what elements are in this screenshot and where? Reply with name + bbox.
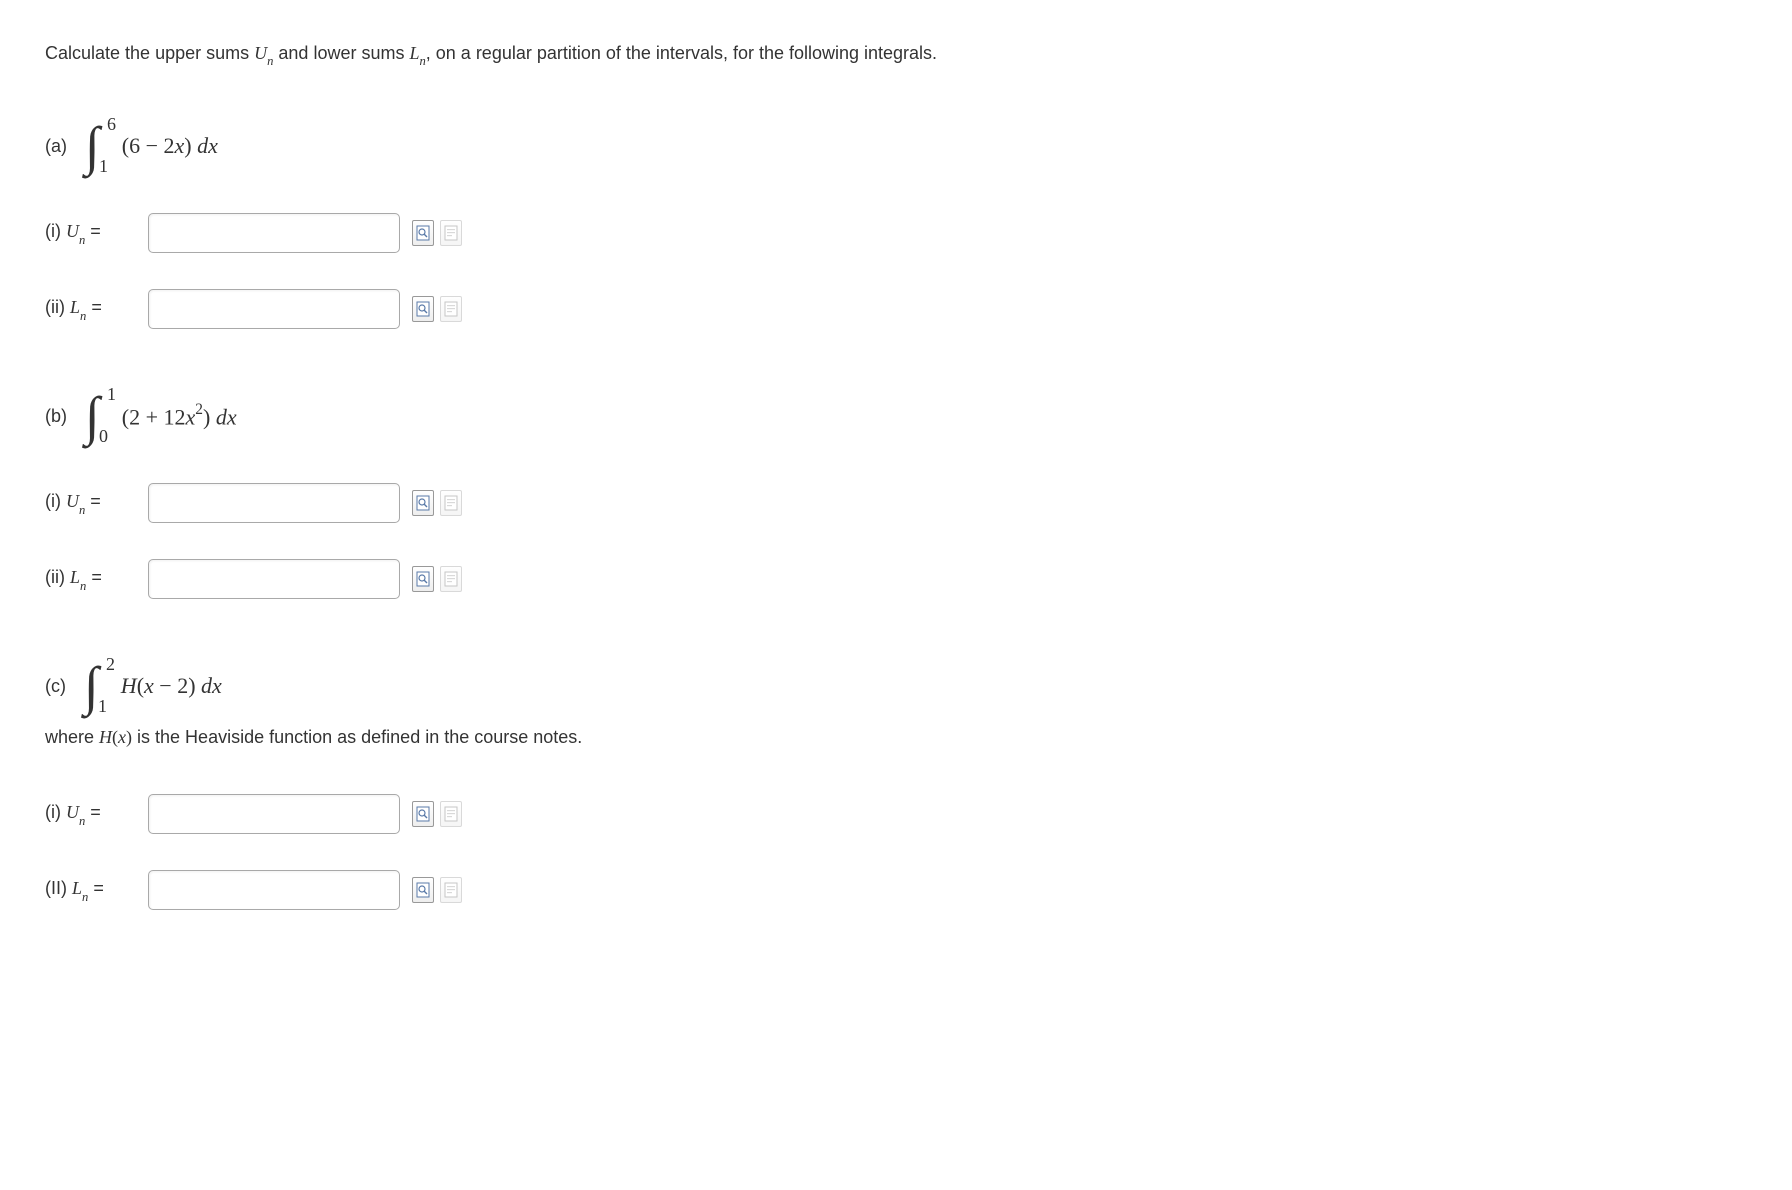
integrand-c: H(x − 2) dx [121,673,222,699]
integral-c: ∫ 2 1 H(x − 2) dx [84,659,222,713]
integral-symbol-a: ∫ 6 1 [85,119,100,173]
part-c-i-icons [412,801,462,827]
part-c-ii-label: (II) Ln = [45,878,140,903]
intro-Un-U: U [254,43,267,63]
part-c: (c) ∫ 2 1 H(x − 2) dx where H(x) is the … [45,659,1747,910]
int-a-upper: 6 [107,115,116,133]
part-a-i-icons [412,220,462,246]
part-c-ii-icons [412,877,462,903]
preview-icon[interactable] [412,490,434,516]
int-b-upper: 1 [107,385,116,403]
part-c-row-i: (i) Un = [45,794,1747,834]
preview-icon[interactable] [412,220,434,246]
help-icon[interactable] [440,566,462,592]
intro-Ln-n: n [419,54,425,68]
help-icon[interactable] [440,801,462,827]
part-a-i-input[interactable] [148,213,400,253]
part-b-row-ii: (ii) Ln = [45,559,1747,599]
int-b-lower: 0 [99,427,108,445]
preview-icon[interactable] [412,296,434,322]
integral-a: ∫ 6 1 (6 − 2x) dx [85,119,218,173]
intro-prefix: Calculate the upper sums [45,43,254,63]
part-b-ii-label: (ii) Ln = [45,567,140,592]
part-a-ii-input[interactable] [148,289,400,329]
int-a-lower: 1 [99,157,108,175]
part-b-i-icons [412,490,462,516]
part-a: (a) ∫ 6 1 (6 − 2x) dx (i) Un = (ii) L [45,119,1747,329]
part-c-i-label: (i) Un = [45,802,140,827]
preview-icon[interactable] [412,877,434,903]
part-c-note: where H(x) is the Heaviside function as … [45,727,1747,748]
help-icon[interactable] [440,490,462,516]
help-icon[interactable] [440,877,462,903]
part-a-label: (a) [45,136,67,157]
part-b-row-i: (i) Un = [45,483,1747,523]
integrand-b: (2 + 12x2) dx [122,403,237,430]
part-c-i-input[interactable] [148,794,400,834]
part-a-header: (a) ∫ 6 1 (6 − 2x) dx [45,119,1747,173]
integral-symbol-b: ∫ 1 0 [85,389,100,443]
help-icon[interactable] [440,220,462,246]
preview-icon[interactable] [412,801,434,827]
part-a-row-i: (i) Un = [45,213,1747,253]
int-c-lower: 1 [98,697,107,715]
preview-icon[interactable] [412,566,434,592]
intro-suffix: , on a regular partition of the interval… [426,43,937,63]
part-a-row-ii: (ii) Ln = [45,289,1747,329]
part-a-i-label: (i) Un = [45,221,140,246]
part-c-ii-input[interactable] [148,870,400,910]
help-icon[interactable] [440,296,462,322]
int-c-upper: 2 [106,655,115,673]
part-b-ii-icons [412,566,462,592]
part-b-label: (b) [45,406,67,427]
part-b-i-label: (i) Un = [45,491,140,516]
part-a-ii-icons [412,296,462,322]
part-b-i-input[interactable] [148,483,400,523]
intro-Ln-L: L [409,43,419,63]
integral-b: ∫ 1 0 (2 + 12x2) dx [85,389,237,443]
part-c-row-ii: (II) Ln = [45,870,1747,910]
part-a-ii-label: (ii) Ln = [45,297,140,322]
part-b: (b) ∫ 1 0 (2 + 12x2) dx (i) Un = (ii) [45,389,1747,599]
part-c-label: (c) [45,676,66,697]
intro-Un-n: n [267,54,273,68]
integrand-a: (6 − 2x) dx [122,133,218,159]
integral-symbol-c: ∫ 2 1 [84,659,99,713]
part-c-header: (c) ∫ 2 1 H(x − 2) dx [45,659,1747,713]
part-b-header: (b) ∫ 1 0 (2 + 12x2) dx [45,389,1747,443]
intro-text: Calculate the upper sums Un and lower su… [45,40,1747,69]
part-b-ii-input[interactable] [148,559,400,599]
intro-mid: and lower sums [273,43,409,63]
